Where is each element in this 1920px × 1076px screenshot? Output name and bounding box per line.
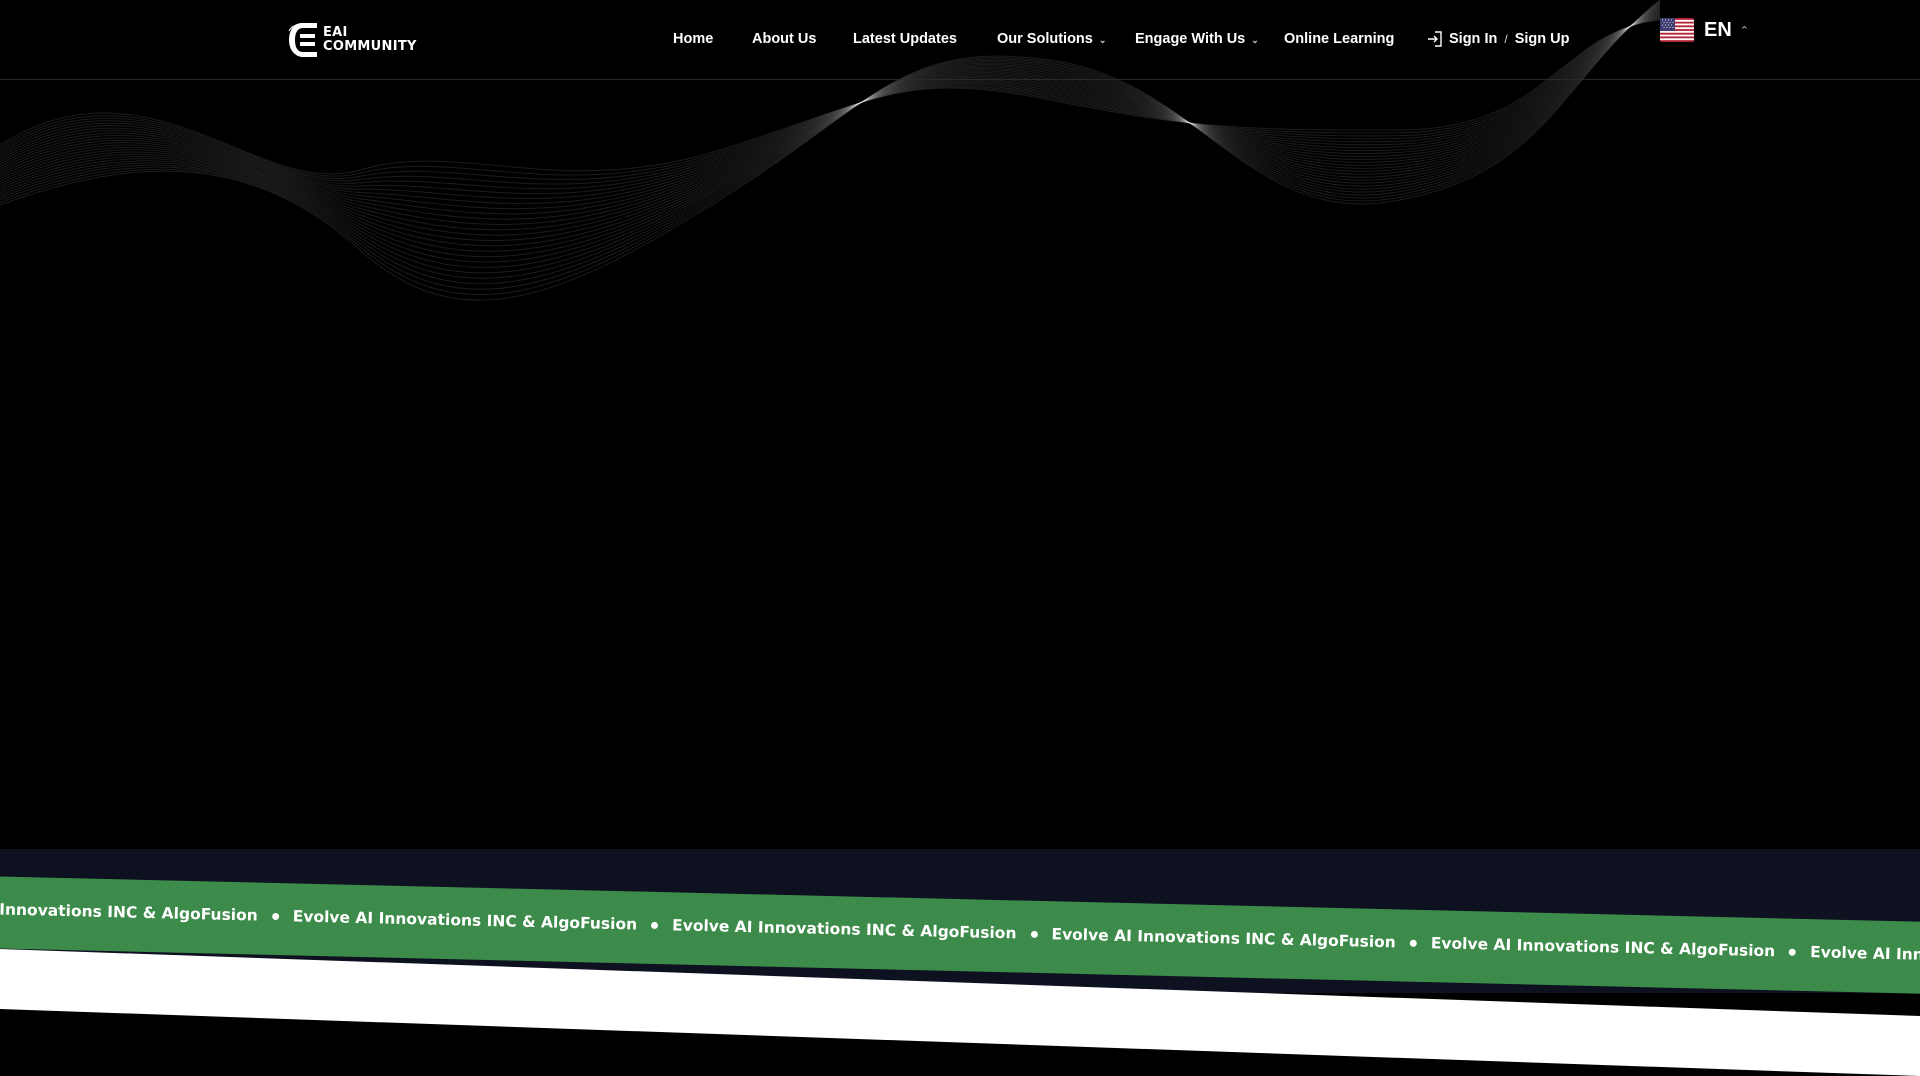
ticker-dot-separator bbox=[271, 912, 279, 920]
nav-home[interactable]: Home bbox=[673, 29, 713, 49]
ticker-dot-separator bbox=[1409, 939, 1417, 947]
ticker-item: Evolve AI Innovations INC & AlgoFusion bbox=[293, 907, 673, 934]
ticker-dot-separator bbox=[1789, 948, 1797, 956]
ticker-item: Evolve AI Innovations INC & AlgoFusion bbox=[1810, 943, 1920, 970]
ticker-text: Evolve AI Innovations INC & AlgoFusion bbox=[671, 916, 1017, 943]
sign-in-icon bbox=[1428, 31, 1442, 47]
sign-in-link[interactable]: Sign In bbox=[1449, 31, 1497, 47]
nav-engage-with-us[interactable]: Engage With Us ⌄ bbox=[1135, 29, 1259, 49]
ticker-item: Evolve AI Innovations INC & AlgoFusion bbox=[672, 916, 1052, 943]
ticker-text: Evolve AI Innovations INC & AlgoFusion bbox=[1051, 925, 1397, 952]
chevron-down-icon: ⌄ bbox=[1251, 34, 1259, 45]
ticker-text: Innovations INC & AlgoFusion bbox=[0, 900, 258, 925]
us-flag-icon bbox=[1660, 18, 1694, 42]
chevron-up-icon: ⌃ bbox=[1739, 24, 1750, 37]
nav-about-us-label: About Us bbox=[752, 31, 817, 47]
auth-links: Sign In / Sign Up bbox=[1426, 29, 1569, 49]
sign-up-link[interactable]: Sign Up bbox=[1515, 31, 1570, 47]
site-header: EAI COMMUNITY Home About Us Latest Updat… bbox=[0, 0, 1920, 80]
brand-name-line1: EAI bbox=[323, 25, 348, 40]
auth-separator: / bbox=[1504, 32, 1508, 46]
ticker-dot-separator bbox=[1030, 930, 1038, 938]
nav-home-label: Home bbox=[673, 31, 714, 47]
nav-latest-updates-label: Latest Updates bbox=[853, 31, 957, 47]
eai-logo-icon bbox=[288, 23, 317, 57]
ticker-text: Evolve AI Innovations INC & AlgoFusion bbox=[1809, 943, 1920, 969]
nav-latest-updates[interactable]: Latest Updates bbox=[853, 29, 957, 49]
chevron-down-icon: ⌄ bbox=[1098, 34, 1107, 45]
brand-name-line2: COMMUNITY bbox=[323, 39, 417, 54]
brand-name: EAI COMMUNITY bbox=[323, 26, 417, 54]
nav-our-solutions[interactable]: Our Solutions ⌄ bbox=[997, 29, 1106, 49]
ticker-item: Evolve AI Innovations INC & AlgoFusion bbox=[1051, 925, 1431, 952]
ticker-text: Evolve AI Innovations INC & AlgoFusion bbox=[292, 907, 638, 934]
ticker-item: Evolve AI Innovations INC & AlgoFusion bbox=[1431, 934, 1811, 961]
ticker-dot-separator bbox=[651, 921, 659, 929]
nav-online-learning[interactable]: Online Learning bbox=[1284, 29, 1394, 49]
brand-logo[interactable]: EAI COMMUNITY bbox=[287, 20, 417, 60]
language-selector[interactable]: EN ⌃ bbox=[1660, 18, 1749, 42]
nav-engage-with-us-label: Engage With Us bbox=[1135, 31, 1246, 47]
nav-about-us[interactable]: About Us bbox=[752, 29, 816, 49]
nav-our-solutions-label: Our Solutions bbox=[997, 31, 1093, 47]
ticker-text: Evolve AI Innovations INC & AlgoFusion bbox=[1430, 934, 1776, 961]
nav-online-learning-label: Online Learning bbox=[1284, 31, 1395, 47]
ticker-item: Innovations INC & AlgoFusion bbox=[0, 900, 293, 925]
language-code: EN bbox=[1704, 18, 1732, 41]
